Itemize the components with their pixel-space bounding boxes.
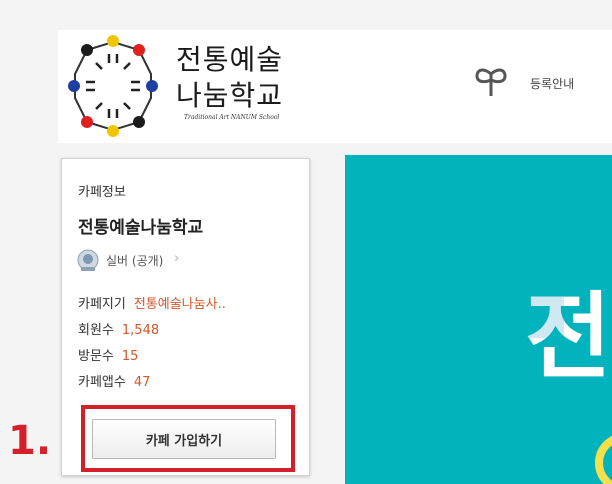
- logo-title: 전통예술 나눔학교: [176, 42, 283, 114]
- stat-label: 카페앱수: [78, 375, 126, 390]
- stat-value[interactable]: 전통예술나눔사..: [134, 297, 226, 312]
- cafe-logo-emblem-icon[interactable]: [58, 30, 168, 143]
- stat-label: 카페지기: [78, 297, 126, 312]
- stat-visits: 방문수 15: [78, 345, 138, 364]
- medal-icon: [77, 249, 99, 271]
- chevron-right-icon[interactable]: ›: [174, 251, 179, 266]
- logo-subtitle: Traditional Art NANUM School: [184, 114, 280, 121]
- cafe-name[interactable]: 전통예술나눔학교: [78, 213, 203, 238]
- stat-value[interactable]: 1,548: [122, 323, 159, 338]
- cafe-info-label: 카페정보: [78, 185, 126, 200]
- cafe-header: 전통예술 나눔학교 Traditional Art NANUM School 등…: [58, 30, 612, 143]
- main-banner[interactable]: 전 전: [345, 155, 612, 484]
- stat-app-users: 카페앱수 47: [78, 371, 150, 390]
- step-number: 1.: [8, 418, 52, 464]
- logo-title-line1: 전통예술: [176, 43, 284, 76]
- sprout-icon[interactable]: [474, 64, 508, 98]
- highlight-box: [81, 405, 295, 472]
- stat-manager: 카페지기 전통예술나눔사..: [78, 293, 226, 312]
- stat-value: 15: [121, 349, 139, 364]
- stat-members: 회원수 1,548: [78, 319, 159, 338]
- register-guide-link[interactable]: 등록안내: [530, 75, 574, 92]
- stat-label: 방문수: [78, 349, 114, 364]
- banner-decoration: [595, 433, 612, 484]
- stat-label: 회원수: [78, 323, 114, 338]
- logo-title-line2: 나눔학교: [176, 79, 284, 112]
- cafe-grade[interactable]: 실버 (공개): [106, 252, 163, 269]
- stat-value: 47: [133, 375, 151, 390]
